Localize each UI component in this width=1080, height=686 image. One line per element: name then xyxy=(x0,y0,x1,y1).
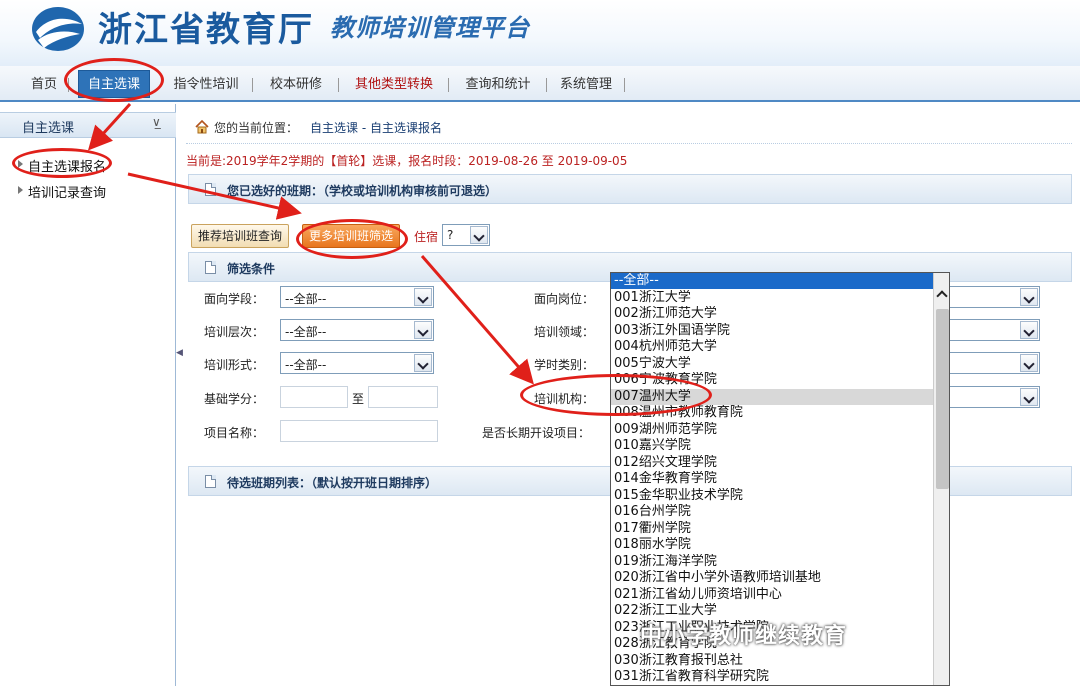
enrollment-notice: 当前是:2019学年2学期的【首轮】选课，报名时段：2019-08-26 至 2… xyxy=(186,154,628,168)
nav-divider xyxy=(448,78,449,92)
long-term-label: 是否长期开设项目： xyxy=(482,426,591,440)
chevron-up-icon[interactable] xyxy=(934,285,949,307)
sidebar-title: 自主选课 xyxy=(22,121,75,136)
dropdown-option[interactable]: 004杭州师范大学 xyxy=(611,339,933,355)
chevron-down-icon xyxy=(1020,321,1038,339)
breadcrumb: 您的当前位置： 自主选课 - 自主选课报名 xyxy=(186,110,1072,144)
home-icon xyxy=(195,119,209,134)
dropdown-option[interactable]: 030浙江教育报刊总社 xyxy=(611,653,933,669)
training-form-value: --全部-- xyxy=(285,358,327,372)
lodging-value: ? xyxy=(447,228,454,242)
training-org-select[interactable] xyxy=(948,386,1040,408)
dropdown-option[interactable]: 021浙江省幼儿师资培训中心 xyxy=(611,587,933,603)
pending-classes-title: 待选班期列表：（默认按开班日期排序） xyxy=(227,476,438,490)
watermark-text: 中小学教师继续教育 xyxy=(640,624,848,649)
sidebar-collapse-handle[interactable]: ◀ xyxy=(176,348,184,366)
document-icon xyxy=(205,475,216,488)
scrollbar-thumb[interactable] xyxy=(936,309,949,489)
nav-divider xyxy=(252,78,253,92)
chevron-down-icon xyxy=(1020,288,1038,306)
org-name: 浙江省教育厅 xyxy=(98,10,314,50)
training-level-select[interactable]: --全部-- xyxy=(280,319,434,341)
dropdown-option[interactable]: 019浙江海洋学院 xyxy=(611,554,933,570)
nav-school-research[interactable]: 校本研修 xyxy=(264,74,328,96)
training-form-label: 培训形式： xyxy=(204,358,265,372)
nav-divider xyxy=(624,78,625,92)
selected-classes-header: 您已选好的班期：（学校或培训机构审核前可退选） xyxy=(188,174,1072,204)
filter-conditions-title: 筛选条件 xyxy=(227,262,276,276)
training-form-select[interactable]: --全部-- xyxy=(280,352,434,374)
nav-directive-training[interactable]: 指令性培训 xyxy=(170,74,242,96)
nav-home[interactable]: 首页 xyxy=(24,74,64,96)
base-credit-to-label: 至 xyxy=(352,392,365,406)
chevron-down-icon xyxy=(1020,388,1038,406)
dropdown-option[interactable]: 012绍兴文理学院 xyxy=(611,455,933,471)
chevron-down-icon xyxy=(414,354,432,372)
dropdown-option[interactable]: 018丽水学院 xyxy=(611,537,933,553)
nav-divider xyxy=(546,78,547,92)
training-field-label: 培训领域： xyxy=(534,325,595,339)
document-icon xyxy=(205,183,216,196)
annotation-ring-more-filter xyxy=(296,219,408,259)
dropdown-scrollbar[interactable] xyxy=(933,273,949,685)
dropdown-option[interactable]: 022浙江工业大学 xyxy=(611,603,933,619)
lodging-label: 住宿 xyxy=(414,230,439,244)
project-name-label: 项目名称： xyxy=(204,426,265,440)
nav-divider xyxy=(338,78,339,92)
annotation-ring-sidebar xyxy=(12,148,112,178)
dropdown-option[interactable]: 031浙江省教育科学研究院 xyxy=(611,669,933,685)
sidebar-header[interactable]: 自主选课 ∨̲ xyxy=(0,112,176,138)
dropdown-option[interactable]: 009湖州师范学院 xyxy=(611,422,933,438)
chevron-down-icon xyxy=(470,226,488,244)
training-field-select[interactable] xyxy=(948,319,1040,341)
base-credit-label: 基础学分： xyxy=(204,392,265,406)
project-name-input[interactable] xyxy=(280,420,438,442)
breadcrumb-label: 您的当前位置： xyxy=(214,121,299,135)
dropdown-option[interactable]: 002浙江师范大学 xyxy=(611,306,933,322)
dropdown-option[interactable]: 017衢州学院 xyxy=(611,521,933,537)
dropdown-option[interactable]: 020浙江省中小学外语教师培训基地 xyxy=(611,570,933,586)
dropdown-option[interactable]: 001浙江大学 xyxy=(611,290,933,306)
sidebar-item-label: 培训记录查询 xyxy=(28,186,107,201)
recommend-class-query-button[interactable]: 推荐培训班查询 xyxy=(191,224,290,248)
hour-type-label: 学时类别： xyxy=(534,358,595,372)
dropdown-option[interactable]: 005宁波大学 xyxy=(611,356,933,372)
chevron-down-icon xyxy=(1020,354,1038,372)
training-level-label: 培训层次： xyxy=(204,325,265,339)
dropdown-option[interactable]: 015金华职业技术学院 xyxy=(611,488,933,504)
nav-other-conversion[interactable]: 其他类型转换 xyxy=(348,74,440,96)
target-stage-value: --全部-- xyxy=(285,292,327,306)
training-level-value: --全部-- xyxy=(285,325,327,339)
chevron-down-icon xyxy=(414,288,432,306)
selected-classes-title: 您已选好的班期：（学校或培训机构审核前可退选） xyxy=(227,184,498,198)
platform-name: 教师培训管理平台 xyxy=(330,14,530,42)
annotation-ring-org xyxy=(520,374,712,416)
target-stage-select[interactable]: --全部-- xyxy=(280,286,434,308)
hour-type-select[interactable] xyxy=(948,352,1040,374)
breadcrumb-path: 自主选课 - 自主选课报名 xyxy=(310,121,442,135)
triangle-right-icon xyxy=(18,186,23,194)
zhejiang-education-logo-icon xyxy=(32,7,84,51)
dropdown-option[interactable]: 016台州学院 xyxy=(611,504,933,520)
target-post-label: 面向岗位： xyxy=(534,292,595,306)
annotation-ring-nav xyxy=(64,58,164,102)
sidebar: 自主选课 ∨̲ 自主选课报名 培训记录查询 xyxy=(0,104,176,686)
base-credit-min-input[interactable] xyxy=(280,386,348,408)
lodging-select[interactable]: ? xyxy=(442,224,490,246)
dropdown-option[interactable]: 010嘉兴学院 xyxy=(611,438,933,454)
nav-system-admin[interactable]: 系统管理 xyxy=(556,74,616,96)
double-chevron-down-icon[interactable]: ∨̲ xyxy=(152,115,161,129)
dropdown-option[interactable]: 003浙江外国语学院 xyxy=(611,323,933,339)
base-credit-max-input[interactable] xyxy=(368,386,438,408)
chevron-down-icon xyxy=(414,321,432,339)
nav-query-stats[interactable]: 查询和统计 xyxy=(458,74,538,96)
document-icon xyxy=(205,261,216,274)
app-header: 浙江省教育厅 教师培训管理平台 xyxy=(0,0,1080,66)
target-post-select[interactable] xyxy=(948,286,1040,308)
dropdown-option[interactable]: 014金华教育学院 xyxy=(611,471,933,487)
target-stage-label: 面向学段： xyxy=(204,292,265,306)
dropdown-option[interactable]: --全部-- xyxy=(611,273,933,289)
